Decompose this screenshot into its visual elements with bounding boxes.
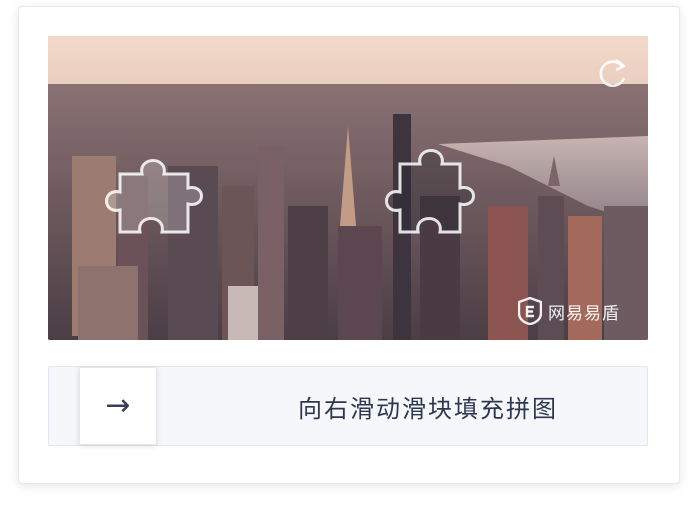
brand-watermark: 网易易盾 (518, 296, 620, 326)
brand-name: 网易易盾 (548, 303, 620, 323)
captcha-image (48, 36, 648, 340)
brand-logo-icon (518, 297, 542, 325)
arrow-right-icon: → (105, 388, 131, 423)
refresh-button[interactable] (594, 56, 630, 92)
city-skyline-image (48, 36, 648, 340)
slider-hint: 向右滑动滑块填充拼图 (298, 394, 558, 423)
slider-track: 向右滑动滑块填充拼图 → (48, 366, 648, 446)
refresh-icon (599, 58, 626, 87)
slider-handle[interactable]: → (79, 367, 157, 445)
